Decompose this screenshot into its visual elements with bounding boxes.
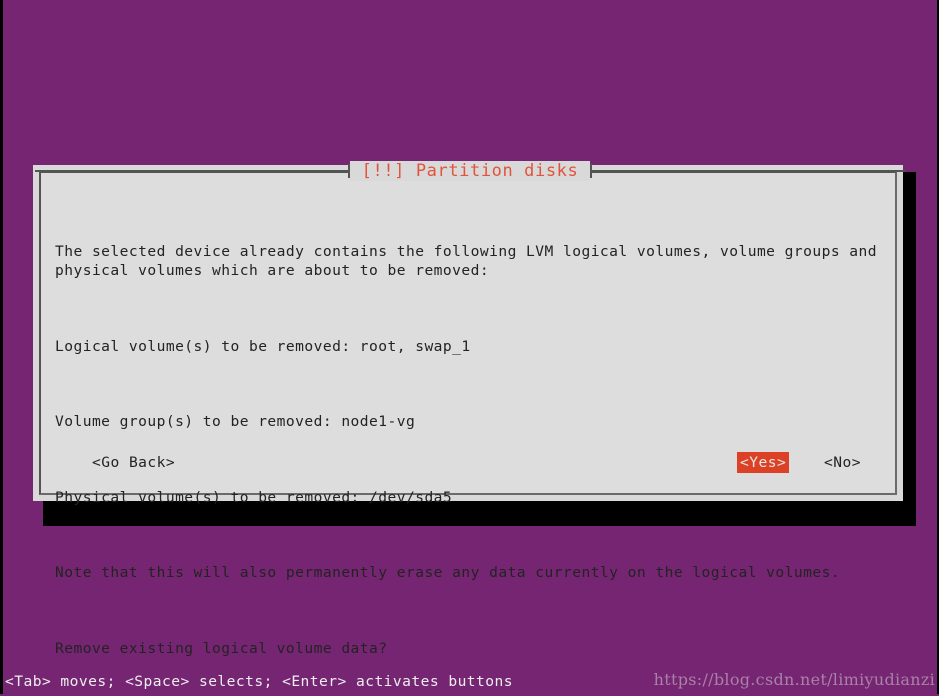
no-button[interactable]: <No>: [821, 452, 864, 473]
go-back-button[interactable]: <Go Back>: [89, 452, 178, 473]
installer-screen: [!!] Partition disks The selected device…: [0, 0, 939, 694]
dialog-title-bar: [!!] Partition disks: [35, 160, 905, 182]
dialog-button-row: <Go Back> <Yes> <No>: [55, 452, 883, 474]
paragraph-warning-note: Note that this will also permanently era…: [55, 564, 841, 581]
csdn-watermark: https://blog.csdn.net/limiyudianzi: [653, 670, 935, 689]
title-rule-left: [35, 164, 350, 178]
paragraph-volume-groups: Volume group(s) to be removed: node1-vg: [55, 413, 416, 430]
paragraph-question: Remove existing logical volume data?: [55, 639, 388, 657]
dialog-body-text: The selected device already contains the…: [55, 204, 883, 696]
partition-disks-dialog: [!!] Partition disks The selected device…: [33, 161, 905, 657]
title-rule-right: [590, 164, 905, 178]
paragraph-physical-volumes: Physical volume(s) to be removed: /dev/s…: [55, 488, 453, 506]
dialog-title: [!!] Partition disks: [349, 161, 591, 181]
paragraph-logical-volumes: Logical volume(s) to be removed: root, s…: [55, 337, 471, 355]
paragraph-intro: The selected device already contains the…: [55, 243, 878, 279]
yes-button[interactable]: <Yes>: [737, 452, 790, 473]
dialog-inner-frame: [!!] Partition disks The selected device…: [35, 161, 905, 657]
